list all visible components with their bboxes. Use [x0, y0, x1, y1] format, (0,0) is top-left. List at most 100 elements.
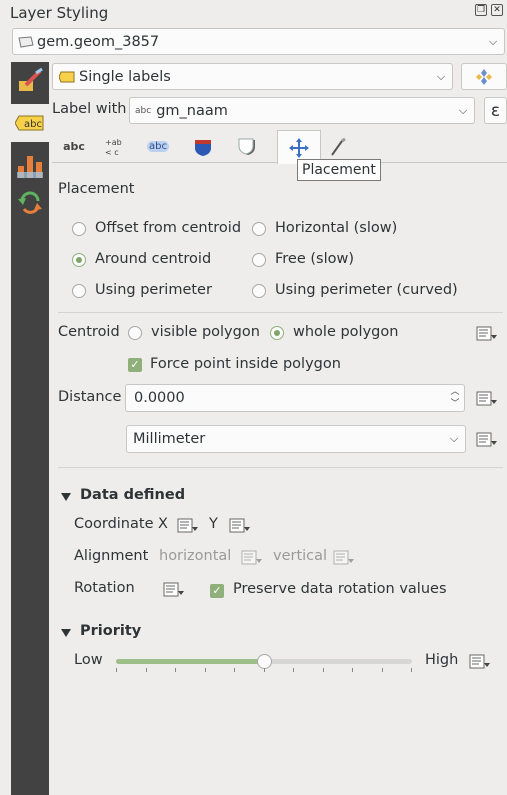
- coordinate-y-label: Y: [209, 516, 218, 532]
- slider-tick: [323, 668, 324, 672]
- alignment-label: Alignment: [74, 548, 149, 564]
- diagram-icon: [17, 156, 43, 178]
- rotation-label: Rotation: [74, 580, 135, 596]
- radio-whole-polygon[interactable]: [270, 326, 284, 340]
- distance-value: 0.0000: [134, 390, 185, 406]
- alignment-horizontal-label: horizontal: [159, 548, 232, 564]
- distance-spinbox[interactable]: 0.0000 ︿ ﹀: [125, 384, 465, 412]
- collapse-arrow-icon[interactable]: [61, 493, 71, 501]
- text-icon: abc: [63, 140, 85, 153]
- float-icon[interactable]: ❐: [475, 4, 487, 16]
- chevron-down-icon: ⌵: [488, 34, 498, 48]
- preserve-rotation-checkbox[interactable]: ✓: [210, 584, 224, 598]
- radio-free[interactable]: [252, 253, 266, 267]
- radio-horizontal[interactable]: [252, 222, 266, 236]
- radio-using-perimeter-curved[interactable]: [252, 284, 266, 298]
- alignment-vertical-label: vertical: [273, 548, 328, 564]
- automated-placement-button[interactable]: [461, 63, 507, 90]
- move-icon: [289, 137, 309, 158]
- option-visible-polygon: visible polygon: [151, 324, 260, 340]
- data-defined-override-icon: [241, 550, 262, 565]
- priority-slider[interactable]: [116, 654, 412, 669]
- undo-redo-icon: [18, 191, 42, 214]
- slider-tick: [382, 668, 383, 672]
- option-around-centroid: Around centroid: [95, 251, 212, 267]
- paintbrush-icon: [19, 67, 43, 91]
- priority-heading[interactable]: Priority: [80, 623, 141, 639]
- slider-tick: [146, 668, 147, 672]
- renderer-select[interactable]: Single labels ⌵: [52, 63, 453, 90]
- slider-tick: [234, 668, 235, 672]
- single-labels-icon: [59, 71, 75, 82]
- diagrams-tab[interactable]: [11, 146, 49, 184]
- slider-tick: [264, 668, 265, 672]
- spin-arrows-icon[interactable]: ︿ ﹀: [446, 386, 464, 410]
- renderer-select-value: Single labels: [79, 68, 171, 85]
- style-sidebar: abc: [11, 62, 49, 795]
- data-defined-override-icon[interactable]: [476, 325, 498, 343]
- label-abc-icon: abc: [15, 115, 44, 131]
- label-tabs: abc +ab < c abc: [52, 130, 507, 164]
- history-tab[interactable]: [11, 184, 49, 222]
- tooltip: Placement: [297, 159, 381, 181]
- data-defined-override-icon[interactable]: [177, 517, 199, 535]
- panel-title: Layer Styling: [10, 4, 109, 22]
- chevron-down-icon: ⌵: [458, 103, 468, 117]
- tab-buffer[interactable]: abc: [136, 130, 180, 163]
- svg-text:+ab: +ab: [105, 138, 122, 147]
- coordinate-label: Coordinate: [74, 516, 154, 532]
- radio-using-perimeter[interactable]: [72, 284, 86, 298]
- placement-heading: Placement: [58, 181, 135, 197]
- data-defined-override-icon: [333, 550, 354, 565]
- option-whole-polygon: whole polygon: [293, 324, 399, 340]
- data-defined-override-icon[interactable]: [476, 390, 498, 408]
- option-free: Free (slow): [275, 251, 355, 267]
- radio-visible-polygon[interactable]: [128, 326, 142, 340]
- priority-low-label: Low: [74, 652, 103, 668]
- data-defined-override-icon[interactable]: [469, 653, 491, 671]
- unit-value: Millimeter: [133, 431, 206, 447]
- data-defined-override-icon[interactable]: [163, 581, 185, 599]
- force-inside-checkbox[interactable]: ✓: [128, 358, 142, 372]
- layer-select-value: gem.geom_3857: [37, 33, 160, 50]
- slider-tick: [175, 668, 176, 672]
- priority-slider-fill: [116, 659, 264, 664]
- polygon-layer-icon: [18, 35, 34, 48]
- option-using-perimeter-curved: Using perimeter (curved): [275, 282, 458, 298]
- tab-background[interactable]: [181, 130, 225, 163]
- brush-icon: [331, 137, 346, 156]
- close-icon[interactable]: ✕: [491, 4, 503, 16]
- symbology-tab[interactable]: [11, 62, 49, 100]
- layer-select[interactable]: gem.geom_3857 ⌵: [12, 28, 505, 55]
- data-defined-override-icon[interactable]: [476, 431, 498, 449]
- priority-slider-handle[interactable]: [257, 654, 272, 669]
- svg-text:< c: < c: [105, 148, 119, 157]
- slider-tick: [116, 668, 117, 672]
- collapse-arrow-icon[interactable]: [61, 629, 71, 637]
- labels-tab[interactable]: abc: [11, 104, 49, 142]
- chevron-down-icon: ⌵: [436, 69, 446, 83]
- radio-offset-from-centroid[interactable]: [72, 222, 86, 236]
- label-field-value: gm_naam: [156, 102, 228, 119]
- slider-tick: [352, 668, 353, 672]
- priority-slider-ticks: [116, 668, 412, 672]
- tab-formatting[interactable]: +ab < c: [92, 130, 136, 163]
- data-defined-heading[interactable]: Data defined: [80, 487, 185, 503]
- label-field-select[interactable]: abc gm_naam ⌵: [129, 97, 475, 124]
- label-with-label: Label with: [52, 101, 127, 117]
- string-field-icon: abc: [135, 105, 152, 116]
- data-defined-override-icon[interactable]: [229, 517, 251, 535]
- distance-label: Distance: [58, 389, 122, 405]
- radio-around-centroid[interactable]: [72, 253, 86, 267]
- tab-text[interactable]: abc: [52, 130, 96, 163]
- expression-button[interactable]: ε: [484, 97, 507, 124]
- option-horizontal: Horizontal (slow): [275, 220, 398, 236]
- shield-icon: [195, 139, 211, 156]
- slider-tick: [293, 668, 294, 672]
- divider: [58, 467, 503, 468]
- tab-shadow[interactable]: [226, 130, 270, 163]
- label-settings-icon: [476, 68, 492, 85]
- priority-high-label: High: [425, 652, 459, 668]
- formatting-icon: +ab< c: [105, 138, 122, 157]
- unit-select[interactable]: Millimeter ⌵: [126, 425, 466, 453]
